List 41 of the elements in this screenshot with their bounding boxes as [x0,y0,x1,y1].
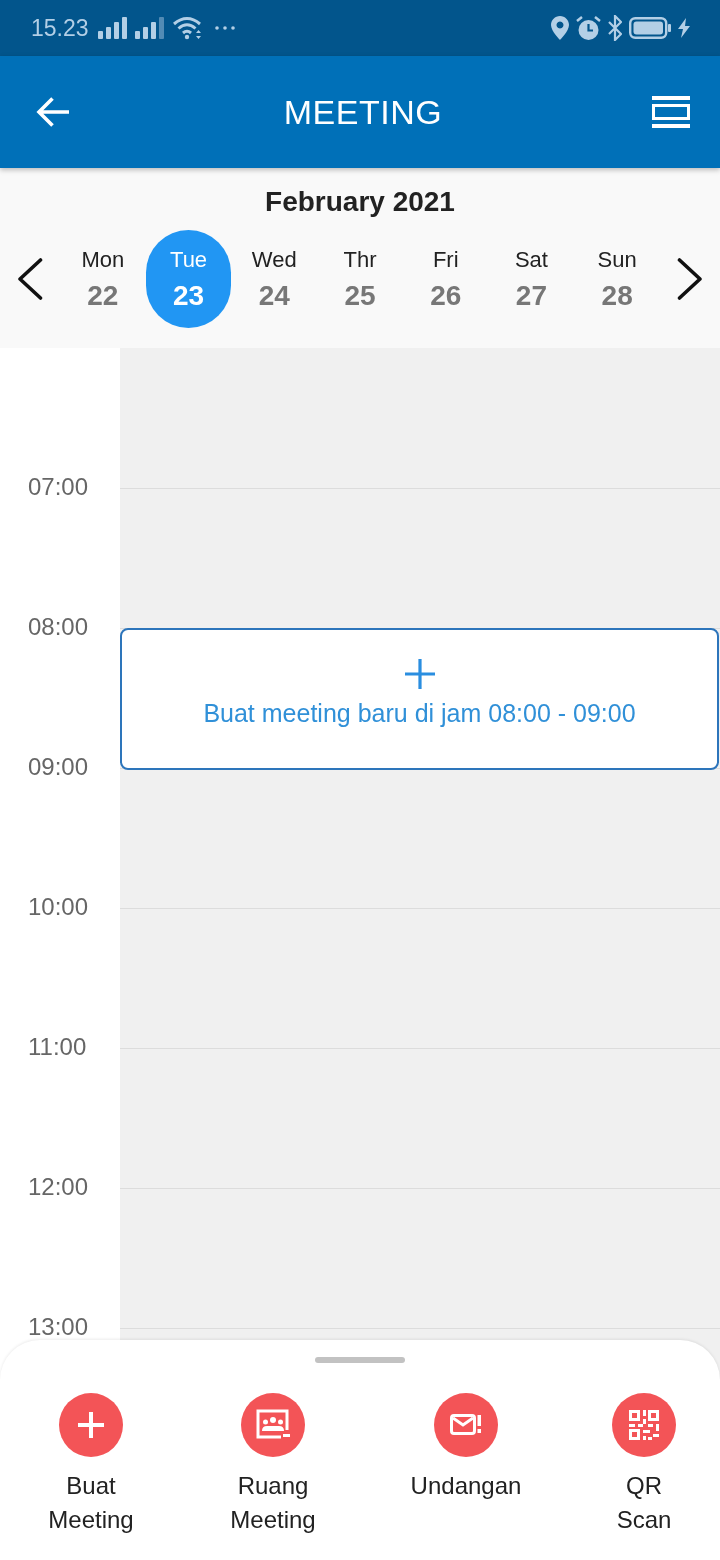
screen-title: MEETING [283,92,443,132]
back-button[interactable] [36,96,70,128]
chevron-right-icon [677,258,703,300]
signal-icon [134,17,165,39]
agenda-view-icon [652,96,690,128]
plus-icon [403,658,436,690]
day-tab[interactable]: Thr 25 [317,230,403,328]
hour-label: 11:00 [28,1036,87,1058]
qr-scan-button[interactable]: QR Scan [612,1393,676,1537]
mail-alert-icon [434,1393,498,1457]
day-tab[interactable]: Sun 28 [574,230,660,328]
hour-label: 08:00 [28,616,89,638]
hour-label: 09:00 [28,756,89,778]
view-toggle-button[interactable] [652,96,690,128]
signal-icon [97,17,128,39]
month-title: February 2021 [265,185,455,219]
status-time: 15.23 [31,14,89,42]
drag-handle[interactable] [315,1357,405,1363]
charging-icon [678,18,690,38]
back-arrow-icon [36,96,70,128]
hour-label: 13:00 [28,1316,89,1338]
battery-icon [629,17,671,39]
bluetooth-icon [608,15,622,41]
more-icon [214,26,235,30]
day-tab[interactable]: Sat 27 [488,230,574,328]
people-board-icon [241,1393,305,1457]
invitations-button[interactable]: Undangan [410,1393,522,1537]
location-icon [551,16,569,40]
plus-icon [59,1393,123,1457]
chevron-left-icon [17,258,43,300]
hour-label: 07:00 [28,476,89,498]
day-tab[interactable]: Wed 24 [231,230,317,328]
meeting-room-button[interactable]: Ruang Meeting [230,1393,316,1537]
day-tab[interactable]: Fri 26 [403,230,489,328]
hour-label: 12:00 [28,1176,89,1198]
hour-label: 10:00 [28,896,89,918]
qr-code-icon [612,1393,676,1457]
day-tab[interactable]: Mon 22 [60,230,146,328]
wifi-icon [171,16,202,40]
create-meeting-button[interactable]: Buat Meeting [48,1393,134,1537]
alarm-icon [576,15,601,41]
